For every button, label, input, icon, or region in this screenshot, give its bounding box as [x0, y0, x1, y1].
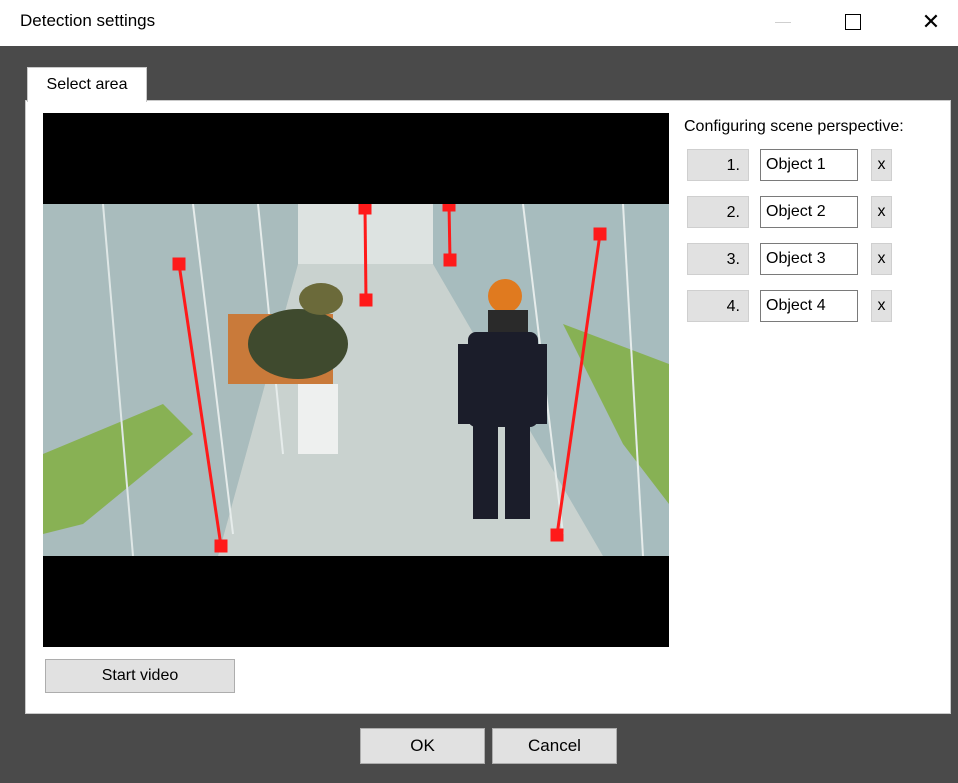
object-2-name-input[interactable]	[760, 196, 858, 228]
object-2-number-button[interactable]: 2.	[687, 196, 749, 228]
marker-handle[interactable]	[442, 204, 456, 212]
object-2-remove-button[interactable]: x	[871, 196, 892, 228]
perspective-label: Configuring scene perspective:	[684, 118, 904, 135]
minimize-icon	[775, 21, 791, 23]
cancel-button[interactable]: Cancel	[492, 728, 617, 764]
camera-frame[interactable]	[43, 204, 669, 556]
object-4-remove-button[interactable]: x	[871, 290, 892, 322]
marker-handle[interactable]	[443, 253, 457, 267]
title-bar[interactable]: Detection settings ✕	[0, 0, 958, 46]
object-1-name-input[interactable]	[760, 149, 858, 181]
object-1-remove-button[interactable]: x	[871, 149, 892, 181]
marker-handle[interactable]	[550, 528, 564, 542]
close-icon: ✕	[921, 9, 941, 34]
window-title: Detection settings	[20, 11, 156, 30]
start-video-button[interactable]: Start video	[45, 659, 235, 693]
marker-handle[interactable]	[172, 257, 186, 271]
marker-handle[interactable]	[214, 539, 228, 553]
minimize-button[interactable]	[760, 0, 806, 44]
maximize-icon	[845, 14, 861, 30]
marker-handle[interactable]	[593, 227, 607, 241]
perspective-markers[interactable]	[43, 204, 669, 556]
marker-handle[interactable]	[359, 293, 373, 307]
object-4-number-button[interactable]: 4.	[687, 290, 749, 322]
maximize-button[interactable]	[830, 0, 876, 44]
object-3-number-button[interactable]: 3.	[687, 243, 749, 275]
marker-handle[interactable]	[358, 204, 372, 215]
object-3-remove-button[interactable]: x	[871, 243, 892, 275]
detection-settings-window: Detection settings ✕ Select area Configu…	[0, 0, 958, 783]
object-4-name-input[interactable]	[760, 290, 858, 322]
tab-select-area[interactable]: Select area	[27, 67, 147, 102]
ok-button[interactable]: OK	[360, 728, 485, 764]
video-preview[interactable]	[43, 113, 669, 647]
object-1-number-button[interactable]: 1.	[687, 149, 749, 181]
close-button[interactable]: ✕	[908, 0, 954, 44]
object-3-name-input[interactable]	[760, 243, 858, 275]
